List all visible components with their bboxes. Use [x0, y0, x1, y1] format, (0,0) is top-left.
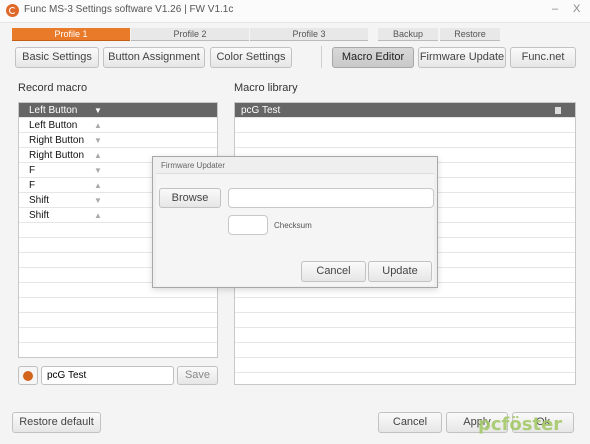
record-button[interactable]: [18, 366, 38, 385]
key-down-icon: ▼: [94, 166, 102, 175]
empty-row: [19, 313, 217, 328]
key-up-icon: ▲: [94, 211, 102, 220]
color-settings-button[interactable]: Color Settings: [210, 47, 292, 68]
save-button[interactable]: Save: [177, 366, 218, 385]
app-window: Func MS-3 Settings software V1.26 | FW V…: [0, 0, 590, 444]
macro-library-label: Macro library: [234, 82, 298, 94]
window-title: Func MS-3 Settings software V1.26 | FW V…: [24, 4, 234, 15]
empty-row: [235, 343, 575, 358]
basic-settings-button[interactable]: Basic Settings: [15, 47, 99, 68]
dialog-cancel-button[interactable]: Cancel: [301, 261, 366, 282]
tab-profile-3[interactable]: Profile 3: [250, 28, 368, 41]
key-up-icon: ▲: [94, 121, 102, 130]
list-item[interactable]: pcG Test: [235, 103, 575, 118]
empty-row: [235, 298, 575, 313]
button-assignment-button[interactable]: Button Assignment: [103, 47, 205, 68]
empty-row: [235, 133, 575, 148]
list-item[interactable]: Left Button ▼: [19, 103, 217, 118]
restore-button[interactable]: Restore: [440, 28, 500, 41]
dialog-body: Browse Checksum Cancel Update: [156, 173, 434, 286]
firmware-updater-dialog: Firmware Updater Browse Checksum Cancel …: [152, 156, 438, 288]
list-item[interactable]: Left Button ▲: [19, 118, 217, 133]
empty-row: [235, 328, 575, 343]
record-macro-label: Record macro: [18, 82, 88, 94]
nav-divider: [321, 46, 322, 68]
tab-profile-2[interactable]: Profile 2: [131, 28, 249, 41]
dialog-title: Firmware Updater: [161, 161, 226, 170]
macro-name-input[interactable]: pcG Test: [41, 366, 174, 385]
tab-profile-1[interactable]: Profile 1: [12, 28, 130, 41]
pcfoster-watermark: pcföster: [478, 414, 563, 435]
empty-row: [19, 298, 217, 313]
key-down-icon: ▼: [94, 196, 102, 205]
update-button[interactable]: Update: [368, 261, 432, 282]
cancel-button[interactable]: Cancel: [378, 412, 442, 433]
empty-row: [19, 328, 217, 343]
list-item[interactable]: Right Button ▼: [19, 133, 217, 148]
empty-row: [235, 313, 575, 328]
macro-editor-button[interactable]: Macro Editor: [332, 47, 414, 68]
restore-default-button[interactable]: Restore default: [12, 412, 101, 433]
key-up-icon: ▲: [94, 181, 102, 190]
checksum-label: Checksum: [274, 221, 312, 230]
firmware-update-button[interactable]: Firmware Update: [418, 47, 506, 68]
trash-icon[interactable]: [555, 107, 561, 114]
func-net-button[interactable]: Func.net: [510, 47, 576, 68]
record-icon: [23, 371, 33, 381]
key-down-icon: ▼: [94, 106, 102, 115]
empty-row: [235, 358, 575, 373]
empty-row: [19, 343, 217, 357]
checksum-input[interactable]: [228, 215, 268, 235]
close-button[interactable]: X: [573, 3, 580, 15]
key-down-icon: ▼: [94, 136, 102, 145]
backup-button[interactable]: Backup: [378, 28, 438, 41]
browse-button[interactable]: Browse: [159, 188, 221, 208]
key-up-icon: ▲: [94, 151, 102, 160]
title-bar: Func MS-3 Settings software V1.26 | FW V…: [0, 0, 590, 23]
func-logo-icon: [6, 4, 19, 17]
minimize-button[interactable]: –: [552, 3, 558, 15]
empty-row: [235, 118, 575, 133]
firmware-path-input[interactable]: [228, 188, 434, 208]
